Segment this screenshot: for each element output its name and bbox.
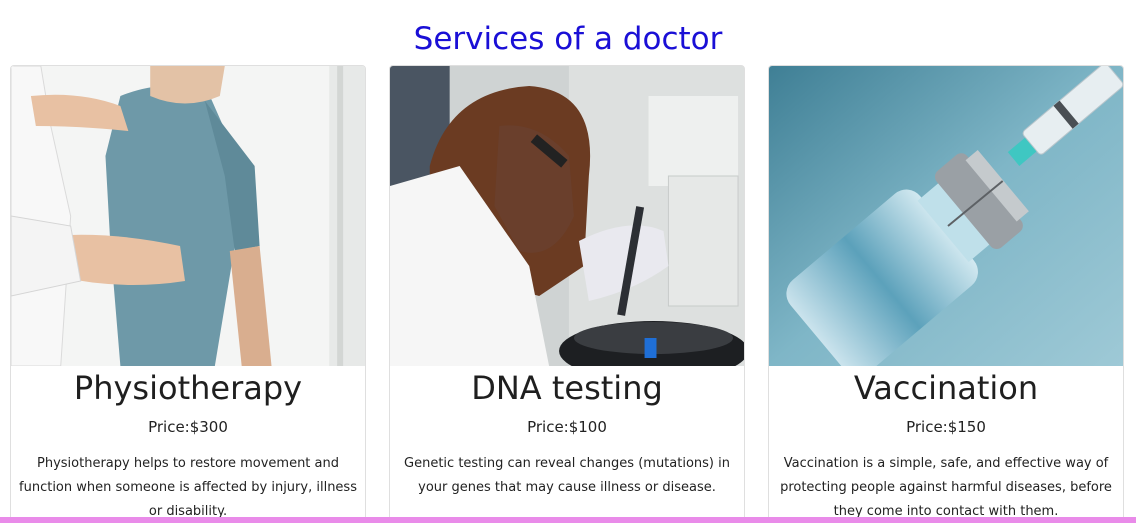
service-card-physiotherapy[interactable]: Physiotherapy Price:$300 Physiotherapy h… <box>10 65 366 523</box>
page-title: Services of a doctor <box>413 21 723 57</box>
service-description: Genetic testing can reveal changes (muta… <box>404 456 730 495</box>
dna-testing-image <box>390 66 744 366</box>
service-price: Price:$150 <box>906 418 986 436</box>
service-description: Vaccination is a simple, safe, and effec… <box>780 456 1112 519</box>
service-description: Physiotherapy helps to restore movement … <box>19 456 357 519</box>
service-price: Price:$100 <box>527 418 607 436</box>
service-title: Vaccination <box>853 369 1039 407</box>
bottom-bar <box>0 517 1136 523</box>
service-card-dna-testing[interactable]: DNA testing Price:$100 Genetic testing c… <box>389 65 745 523</box>
vaccination-image <box>769 66 1123 366</box>
physiotherapy-image <box>11 66 365 366</box>
service-card-vaccination[interactable]: Vaccination Price:$150 Vaccination is a … <box>768 65 1124 523</box>
service-title: Physiotherapy <box>73 369 303 407</box>
page: Services of a doctor Physiotherapy Price… <box>0 0 1136 523</box>
service-price: Price:$300 <box>148 418 228 436</box>
service-title: DNA testing <box>471 369 663 407</box>
